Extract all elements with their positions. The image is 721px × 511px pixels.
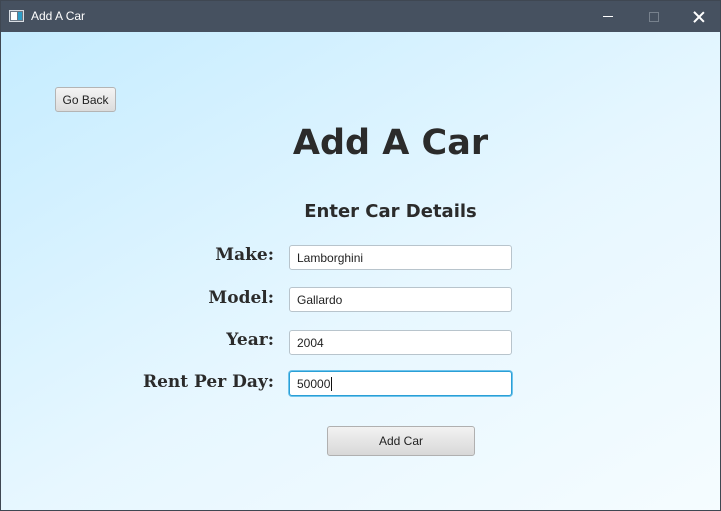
- minimize-button[interactable]: [585, 1, 631, 32]
- section-title: Enter Car Details: [304, 201, 477, 222]
- text-caret: [331, 376, 333, 391]
- model-label: Model:: [208, 288, 274, 308]
- add-car-button[interactable]: Add Car: [327, 426, 475, 456]
- year-input[interactable]: 2004: [289, 330, 512, 355]
- close-icon: [693, 11, 705, 23]
- minimize-icon: [603, 16, 613, 17]
- make-input[interactable]: Lamborghini: [289, 245, 512, 270]
- window-title: Add A Car: [31, 9, 86, 23]
- year-label: Year:: [226, 330, 274, 350]
- app-window: Add A Car Go Back Add A Car Enter Car De…: [0, 0, 721, 511]
- model-input-value: Gallardo: [297, 292, 343, 307]
- close-button[interactable]: [676, 1, 720, 32]
- maximize-icon: [649, 11, 659, 22]
- rent-per-day-input[interactable]: 50000: [289, 371, 512, 396]
- go-back-button[interactable]: Go Back: [55, 87, 116, 112]
- rent-per-day-input-value: 50000: [297, 376, 331, 391]
- make-label: Make:: [215, 245, 274, 265]
- model-input[interactable]: Gallardo: [289, 287, 512, 312]
- rent-per-day-label: Rent Per Day:: [142, 372, 274, 392]
- form-panel: Go Back Add A Car Enter Car Details Make…: [1, 32, 720, 510]
- page-title: Add A Car: [292, 123, 489, 163]
- maximize-button[interactable]: [631, 1, 677, 32]
- year-input-value: 2004: [297, 335, 324, 350]
- title-bar[interactable]: Add A Car: [1, 1, 720, 32]
- app-window-icon: [9, 10, 24, 22]
- make-input-value: Lamborghini: [297, 250, 364, 265]
